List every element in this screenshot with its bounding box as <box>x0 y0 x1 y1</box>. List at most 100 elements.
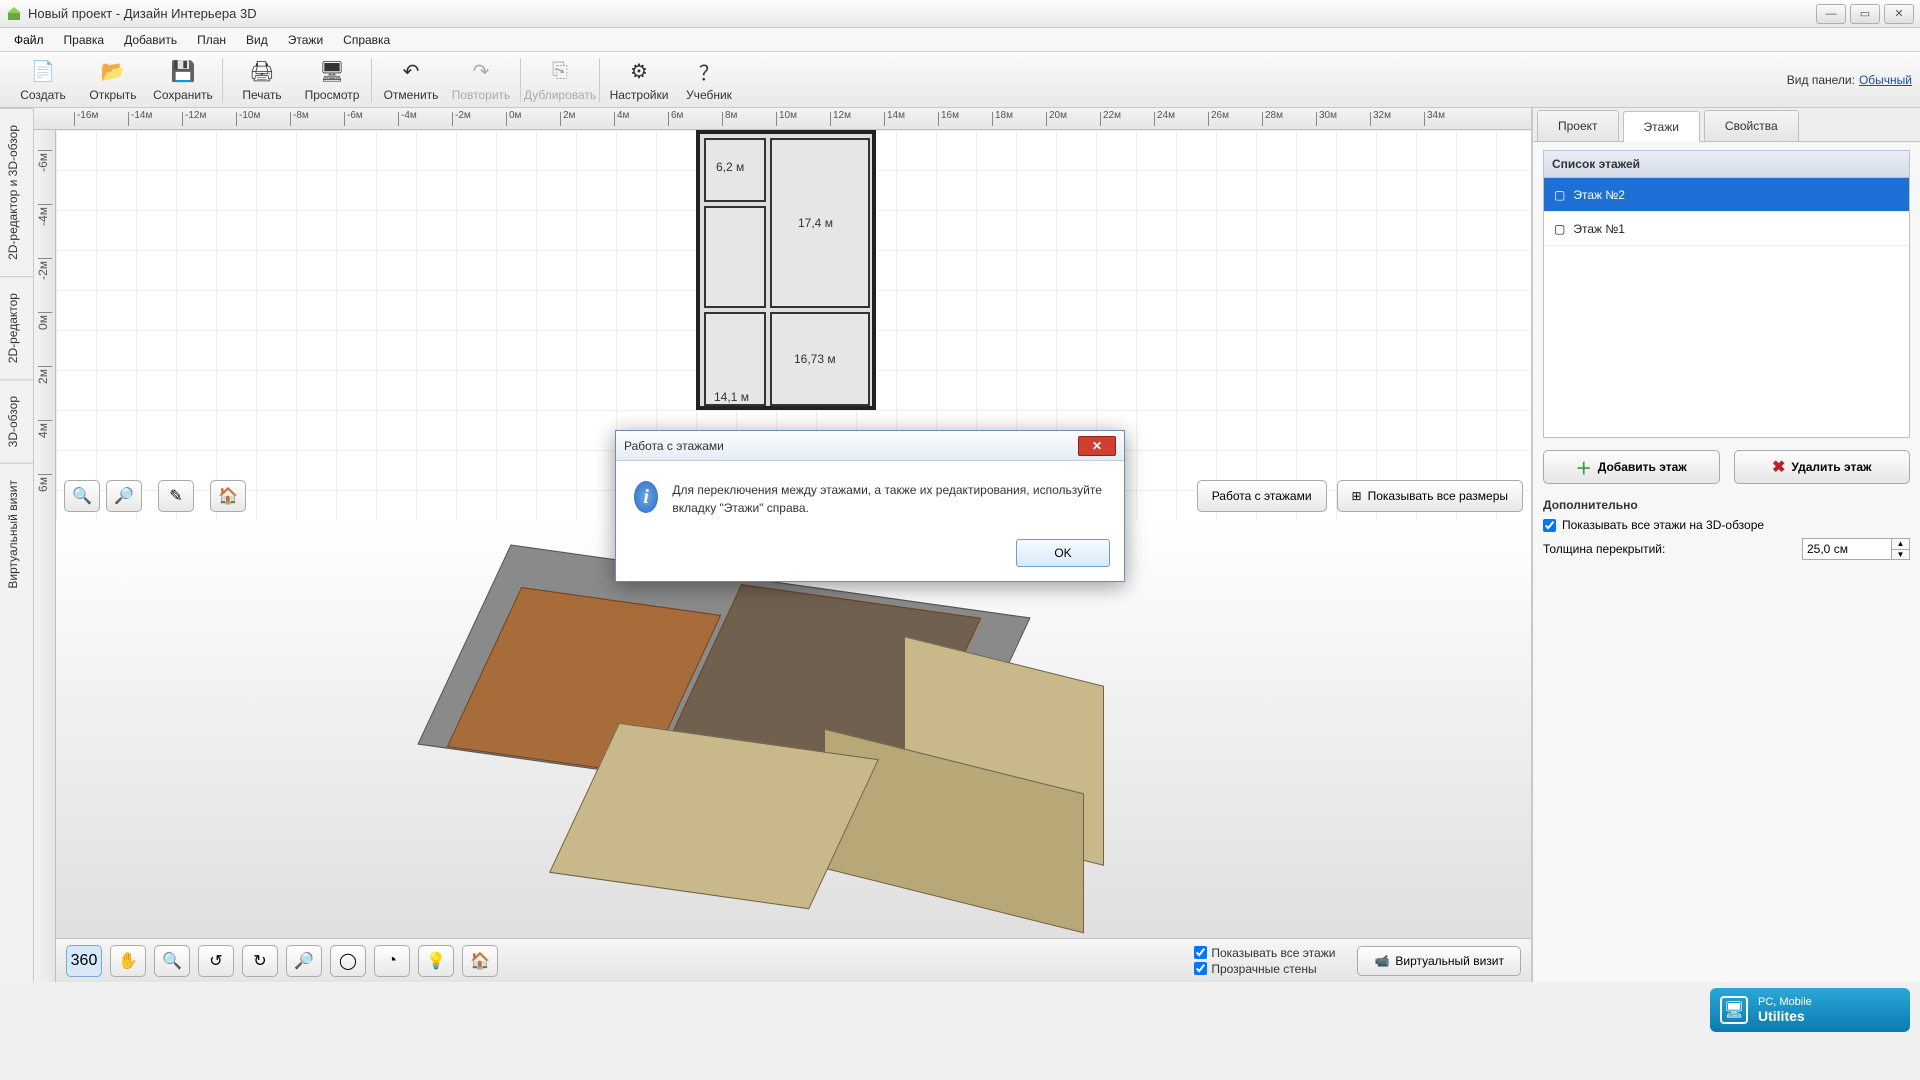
toolbar-new-button[interactable]: 📄Создать <box>8 54 78 106</box>
plus-icon: ＋ <box>1576 455 1592 479</box>
delete-floor-button[interactable]: ✖ Удалить этаж <box>1734 450 1911 484</box>
light-toggle-button[interactable]: 💡 <box>418 945 454 977</box>
orbit-right-button[interactable]: ↻ <box>242 945 278 977</box>
view-tab-0[interactable]: 2D-редактор и 3D-обзор <box>0 108 33 276</box>
ruler-h-tick: 2м <box>560 112 561 126</box>
ruler-h-tick: 16м <box>938 112 939 126</box>
undo-icon: ↶ <box>397 58 425 86</box>
view-tabs: 2D-редактор и 3D-обзор2D-редактор3D-обзо… <box>0 108 34 982</box>
ruler-v-tick: 2м <box>38 366 52 367</box>
show-all-floors-checkbox[interactable]: Показывать все этажи <box>1194 946 1335 960</box>
x-icon: ✖ <box>1772 457 1785 477</box>
dialog-close-button[interactable]: ✕ <box>1078 436 1116 456</box>
side-tab-проект[interactable]: Проект <box>1537 110 1619 141</box>
view-iso-button[interactable]: ◔ <box>374 945 410 977</box>
show-all-dims-icon: ⊞ <box>1352 489 1362 503</box>
help-icon: ？ <box>695 58 723 86</box>
panel-view-control: Вид панели: Обычный <box>1787 73 1912 87</box>
orbit-left-button[interactable]: ↺ <box>198 945 234 977</box>
home-button[interactable]: 🏠 <box>210 480 246 512</box>
close-window-button[interactable]: ✕ <box>1884 4 1914 24</box>
view-tab-2[interactable]: 3D-обзор <box>0 379 33 463</box>
side-tab-этажи[interactable]: Этажи <box>1623 111 1700 142</box>
view-tab-3[interactable]: Виртуальный визит <box>0 463 33 605</box>
ruler-h-tick: 8м <box>722 112 723 126</box>
edit-button[interactable]: ✎ <box>158 480 194 512</box>
menu-добавить[interactable]: Добавить <box>114 30 187 50</box>
save-icon: 💾 <box>169 58 197 86</box>
toolbar-open-button[interactable]: 📂Открыть <box>78 54 148 106</box>
ruler-horizontal: -16м-14м-12м-10м-8м-6м-4м-2м0м2м4м6м8м10… <box>34 108 1531 130</box>
menu-правка[interactable]: Правка <box>54 30 115 50</box>
dialog-title: Работа с этажами <box>624 439 724 453</box>
pan-button[interactable]: ✋ <box>110 945 146 977</box>
toolbar: 📄Создать📂Открыть💾Сохранить🖨Печать🖥Просмо… <box>0 52 1920 108</box>
show-all-floors-3d-checkbox[interactable]: Показывать все этажи на 3D-обзоре <box>1543 518 1910 532</box>
floors-work-button[interactable]: Работа с этажами <box>1197 480 1327 512</box>
room-label: 14,1 м <box>714 390 749 404</box>
menu-этажи[interactable]: Этажи <box>278 30 333 50</box>
menu-справка[interactable]: Справка <box>333 30 400 50</box>
ruler-h-tick: -2м <box>452 112 453 126</box>
ruler-h-tick: 28м <box>1262 112 1263 126</box>
ruler-h-tick: 22м <box>1100 112 1101 126</box>
ruler-h-tick: -8м <box>290 112 291 126</box>
maximize-button[interactable]: ▭ <box>1850 4 1880 24</box>
extra-heading: Дополнительно <box>1543 498 1910 512</box>
ruler-h-tick: 4м <box>614 112 615 126</box>
room-label: 17,4 м <box>798 216 833 230</box>
settings-icon: ⚙ <box>625 58 653 86</box>
toolbar-undo-button[interactable]: ↶Отменить <box>376 54 446 106</box>
print-icon: 🖨 <box>248 58 276 86</box>
monitor-icon: 🖥 <box>1720 996 1748 1024</box>
duplicate-icon: ⎘ <box>546 58 574 86</box>
add-floor-label: Добавить этаж <box>1598 460 1687 474</box>
ruler-h-tick: -4м <box>398 112 399 126</box>
slab-thickness-input[interactable] <box>1802 538 1892 560</box>
add-floor-button[interactable]: ＋ Добавить этаж <box>1543 450 1720 484</box>
rotate-360-button[interactable]: 360 <box>66 945 102 977</box>
canvas-3d[interactable]: 360 ✋ 🔍 ↺ ↻ 🔎 ◯ ◔ 💡 🏠 Показывать все эта… <box>56 520 1531 982</box>
zoom-3d-button[interactable]: 🔍 <box>154 945 190 977</box>
side-tab-свойства[interactable]: Свойства <box>1704 110 1799 141</box>
floorplan[interactable]: 6,2 м 17,4 м 14,1 м 16,73 м <box>696 130 876 410</box>
zoom-fit-button[interactable]: 🔎 <box>286 945 322 977</box>
toolbar-help-button[interactable]: ？Учебник <box>674 54 744 106</box>
ruler-h-tick: 34м <box>1424 112 1425 126</box>
view-front-button[interactable]: ◯ <box>330 945 366 977</box>
floor-list-item[interactable]: ▢Этаж №1 <box>1544 212 1909 246</box>
toolbar-settings-button[interactable]: ⚙Настройки <box>604 54 674 106</box>
panel-view-link[interactable]: Обычный <box>1859 73 1912 87</box>
dialog-floors-info: Работа с этажами ✕ i Для переключения ме… <box>615 430 1125 582</box>
dialog-ok-button[interactable]: OK <box>1016 539 1110 567</box>
dialog-titlebar[interactable]: Работа с этажами ✕ <box>616 431 1124 461</box>
camera-icon: 📹 <box>1374 954 1389 968</box>
preview-icon: 🖥 <box>318 58 346 86</box>
floor-list-item[interactable]: ▢Этаж №2 <box>1544 178 1909 212</box>
virtual-visit-button[interactable]: 📹 Виртуальный визит <box>1357 946 1521 976</box>
side-tabs: ПроектЭтажиСвойства <box>1533 108 1920 142</box>
menu-план[interactable]: План <box>187 30 236 50</box>
minimize-button[interactable]: — <box>1816 4 1846 24</box>
zoom-in-button[interactable]: 🔎 <box>106 480 142 512</box>
home-3d-button[interactable]: 🏠 <box>462 945 498 977</box>
toolbar-save-button[interactable]: 💾Сохранить <box>148 54 218 106</box>
toolbar-preview-button[interactable]: 🖥Просмотр <box>297 54 367 106</box>
ruler-h-tick: 14м <box>884 112 885 126</box>
transparent-walls-checkbox[interactable]: Прозрачные стены <box>1194 962 1335 976</box>
slab-thickness-spinner[interactable]: ▲▼ <box>1892 538 1910 560</box>
ruler-v-tick: 4м <box>38 420 52 421</box>
show-all-floors-3d-input[interactable] <box>1543 519 1556 532</box>
watermark-line1: PC, Mobile <box>1758 996 1812 1008</box>
house-3d-model <box>404 541 1184 961</box>
menu-вид[interactable]: Вид <box>236 30 278 50</box>
ruler-h-tick: 30м <box>1316 112 1317 126</box>
zoom-out-button[interactable]: 🔍 <box>64 480 100 512</box>
toolbar-redo-button: ↷Повторить <box>446 54 516 106</box>
menu-файл[interactable]: Файл <box>4 30 54 50</box>
toolbar-print-button[interactable]: 🖨Печать <box>227 54 297 106</box>
ruler-h-tick: 32м <box>1370 112 1371 126</box>
show-all-dims-button[interactable]: ⊞Показывать все размеры <box>1337 480 1523 512</box>
ruler-h-tick: 12м <box>830 112 831 126</box>
view-tab-1[interactable]: 2D-редактор <box>0 276 33 379</box>
